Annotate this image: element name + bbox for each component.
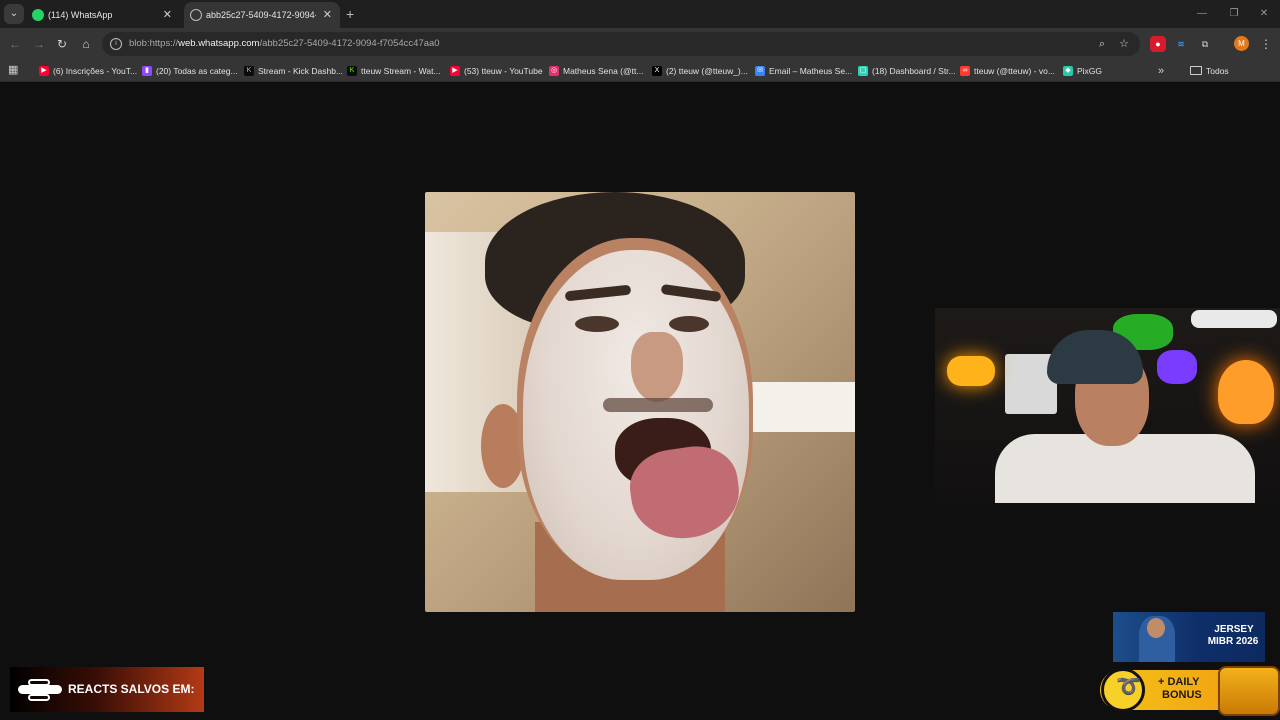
- yellow-lamp: [947, 356, 995, 386]
- brand-logo-icon: [18, 679, 62, 701]
- back-icon[interactable]: ←: [5, 34, 25, 54]
- purple-neon-heart: [1157, 350, 1197, 384]
- reload-icon[interactable]: ↻: [52, 34, 72, 54]
- bonus-label-2: BONUS: [1162, 689, 1202, 701]
- photo-eye: [575, 316, 619, 332]
- ad-line-2: MIBR 2026: [1207, 636, 1259, 647]
- viewed-photo: [425, 192, 855, 612]
- reacts-saved-banner: REACTS SALVOS EM:: [10, 667, 204, 712]
- treasure-chest-icon: [1218, 666, 1280, 716]
- kick-icon: K: [347, 66, 357, 76]
- reacts-saved-text: REACTS SALVOS EM:: [68, 682, 195, 696]
- orange-lamp: [1218, 360, 1274, 424]
- streamer-webcam: [935, 308, 1280, 503]
- toy-car: [1191, 310, 1277, 328]
- tab-title: (114) WhatsApp: [48, 10, 113, 20]
- apps-grid-icon[interactable]: ▦: [8, 65, 19, 76]
- tab-whatsapp[interactable]: (114) WhatsApp ✕: [26, 2, 180, 28]
- kick-icon: K: [244, 66, 254, 76]
- forward-icon[interactable]: →: [29, 34, 49, 54]
- instagram-icon: ◎: [549, 66, 559, 76]
- site-info-icon[interactable]: i: [110, 38, 122, 50]
- photo-mustache: [603, 398, 713, 412]
- daily-bonus-badge: ➰ + DAILY BONUS: [1100, 664, 1280, 720]
- bookmarks-bar: ▦ ▶ (6) Inscrições - YouT... ▮ (20) Todas …: [0, 60, 1280, 120]
- address-bar[interactable]: i blob:https://web.whatsapp.com/abb25c27…: [102, 32, 1140, 56]
- extensions-puzzle-icon[interactable]: ⧉: [1197, 36, 1213, 52]
- bookmark-star-icon[interactable]: ☆: [1114, 34, 1134, 54]
- whatsapp-icon: [32, 9, 44, 21]
- home-icon[interactable]: ⌂: [76, 34, 96, 54]
- close-window-icon[interactable]: ✕: [1248, 0, 1280, 28]
- tab-strip: ⌄ (114) WhatsApp ✕ abb25c27-5409-4172-90…: [0, 0, 1280, 28]
- email-icon: ✉: [755, 66, 765, 76]
- close-icon[interactable]: ✕: [323, 2, 332, 28]
- bonus-label-1: + DAILY: [1158, 676, 1200, 688]
- tab-search-button[interactable]: ⌄: [4, 4, 24, 24]
- profile-avatar[interactable]: M: [1234, 36, 1249, 51]
- extension-audio-icon[interactable]: ≋: [1173, 36, 1189, 52]
- photo-eye: [669, 316, 709, 332]
- zoom-icon[interactable]: ⌕: [1092, 34, 1112, 54]
- youtube-icon: ▶: [39, 66, 49, 76]
- tab-title: abb25c27-5409-4172-9094-f70: [206, 10, 316, 20]
- folder-icon: [1190, 66, 1202, 75]
- close-icon[interactable]: ✕: [163, 2, 172, 28]
- mibr-jersey-ad: JERSEY MIBR 2026: [1113, 612, 1265, 662]
- link-icon: ∞: [960, 66, 970, 76]
- whip-icon: ➰: [1116, 676, 1141, 698]
- streamer-body: [995, 434, 1255, 503]
- twitch-icon: ▮: [142, 66, 152, 76]
- restore-icon[interactable]: ❐: [1218, 0, 1250, 28]
- browser-toolbar: ← → ↻ ⌂ i blob:https://web.whatsapp.com/…: [0, 28, 1280, 60]
- extension-red-icon[interactable]: ●: [1150, 36, 1166, 52]
- photo-nose: [631, 332, 683, 402]
- more-bookmarks-chevron-icon[interactable]: »: [1158, 60, 1164, 82]
- dashboard-icon: ▢: [858, 66, 868, 76]
- media-viewer: [0, 83, 1280, 720]
- tab-blob[interactable]: abb25c27-5409-4172-9094-f70 ✕: [184, 2, 340, 28]
- ad-line-1: JERSEY: [1214, 624, 1254, 635]
- minimize-icon[interactable]: —: [1186, 0, 1218, 28]
- menu-kebab-icon[interactable]: ⋮: [1256, 34, 1276, 54]
- youtube-icon: ▶: [450, 66, 460, 76]
- pixgg-icon: ◆: [1063, 66, 1073, 76]
- globe-icon: [190, 9, 202, 21]
- url-text[interactable]: blob:https://web.whatsapp.com/abb25c27-5…: [129, 32, 440, 56]
- new-tab-button[interactable]: +: [346, 3, 354, 25]
- player-head: [1147, 618, 1165, 638]
- x-icon: X: [652, 66, 662, 76]
